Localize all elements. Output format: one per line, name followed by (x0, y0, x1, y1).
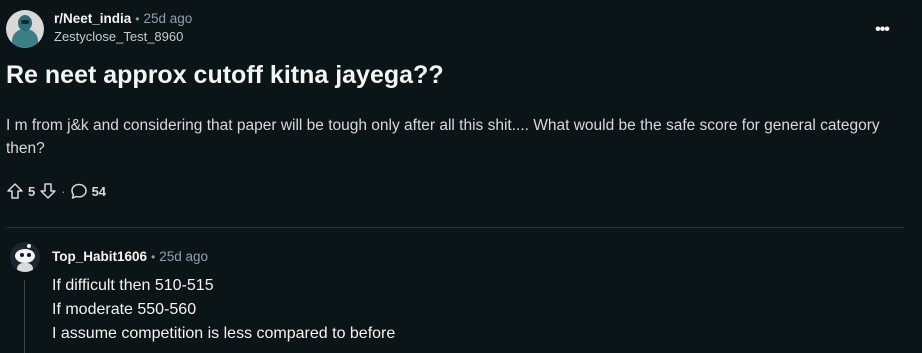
post-body: I m from j&k and considering that paper … (6, 117, 880, 157)
subreddit-avatar[interactable] (6, 10, 44, 48)
avatar-snoo-body (17, 263, 33, 272)
avatar-snoo-eye (27, 253, 31, 257)
comment-bubble-icon[interactable] (70, 182, 88, 200)
avatar-snoo-head (15, 249, 35, 263)
post-card: r/Neet_india • 25d ago Zestyclose_Test_8… (0, 0, 922, 353)
avatar-snoo-antenna (27, 244, 31, 248)
upvote-arrow-icon[interactable] (6, 182, 24, 200)
subreddit-link[interactable]: r/Neet_india (54, 10, 131, 28)
comment-thread-line[interactable] (24, 280, 25, 353)
avatar-snoo-eye (20, 253, 24, 257)
comment-line: I assume competition is less compared to… (52, 325, 396, 342)
comment-meta: Top_Habit1606 • 25d ago (52, 249, 208, 264)
post-header: r/Neet_india • 25d ago Zestyclose_Test_8… (6, 10, 192, 48)
post-author-link[interactable]: Zestyclose_Test_8960 (54, 28, 192, 45)
post-meta: r/Neet_india • 25d ago Zestyclose_Test_8… (54, 10, 192, 45)
meta-separator: • (151, 250, 156, 264)
comment-line: If difficult then 510-515 (52, 277, 214, 294)
meta-separator: • (135, 12, 140, 26)
avatar-figure-face (21, 20, 29, 24)
action-separator: · (61, 183, 66, 199)
comment-body: If difficult then 510-515 If moderate 55… (52, 274, 395, 346)
post-actions: 5 · 54 (6, 182, 110, 200)
post-meta-line: r/Neet_india • 25d ago (54, 10, 192, 28)
comment-author-link[interactable]: Top_Habit1606 (52, 249, 147, 264)
commenter-avatar[interactable] (10, 242, 40, 272)
downvote-arrow-icon[interactable] (39, 182, 57, 200)
post-title[interactable]: Re neet approx cutoff kitna jayega?? (6, 58, 444, 92)
avatar-figure-body (12, 29, 38, 48)
comment-count[interactable]: 54 (92, 184, 106, 199)
more-options-icon[interactable]: ••• (870, 18, 894, 42)
comment-line: If moderate 550-560 (52, 301, 197, 318)
section-divider (6, 227, 904, 228)
vote-count: 5 (28, 183, 36, 199)
comment-timestamp: 25d ago (159, 249, 209, 264)
post-timestamp: 25d ago (143, 11, 193, 26)
